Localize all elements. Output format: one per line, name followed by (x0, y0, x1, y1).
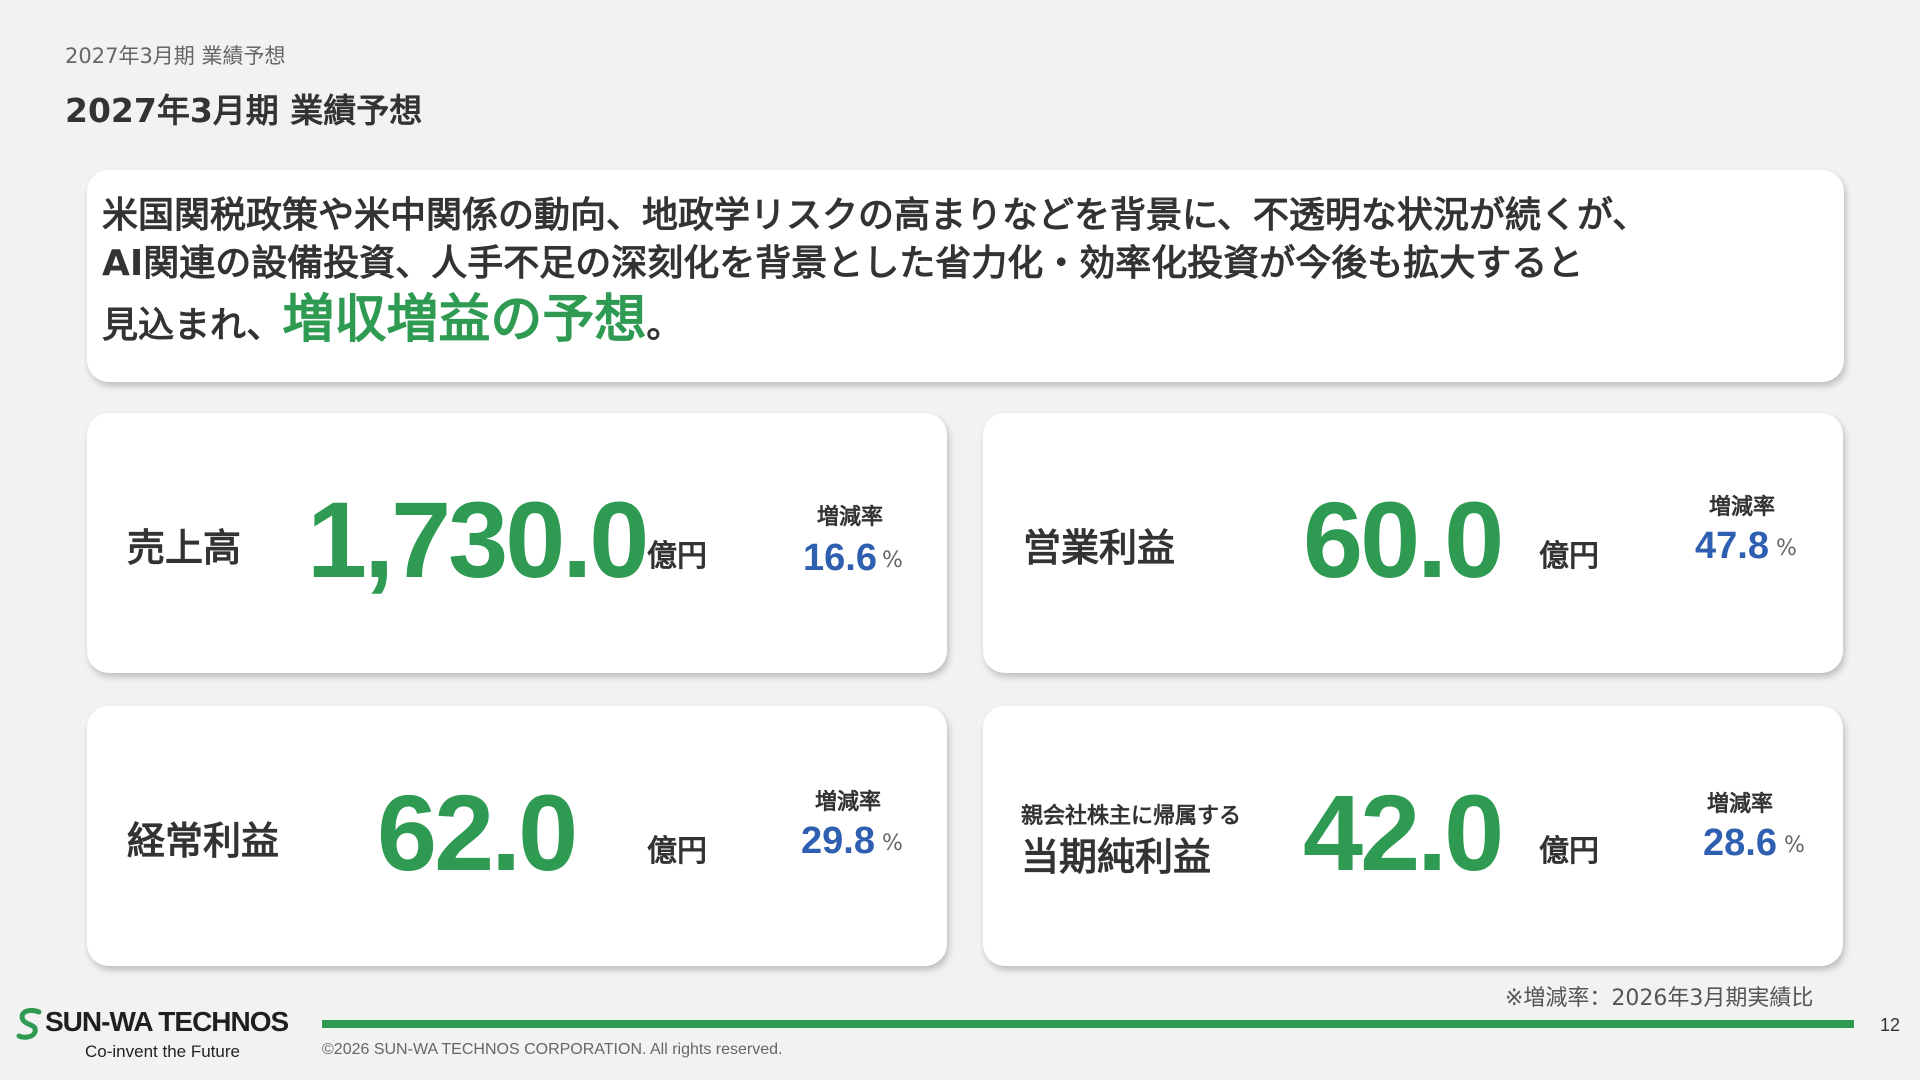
rate-value: 28.6 (1703, 822, 1777, 864)
rate-value: 29.8 (801, 820, 875, 862)
metric-card-ordinary-profit: 経常利益 62.0 億円 増減率 29.8 % (87, 706, 947, 966)
metric-unit: 億円 (647, 539, 707, 574)
summary-card: 米国関税政策や米中関係の動向、地政学リスクの高まりなどを背景に、不透明な状況が続… (87, 170, 1844, 382)
metric-label: 当期純利益 (1021, 835, 1212, 879)
page-number: 12 (1880, 1015, 1901, 1035)
summary-line-1: 米国関税政策や米中関係の動向、地政学リスクの高まりなどを背景に、不透明な状況が続… (102, 195, 1649, 236)
footnote: ※増減率：2026年3月期実績比 (1505, 986, 1814, 1011)
summary-line-3-prefix: 見込まれ、 (102, 305, 283, 346)
metric-value: 62.0 (377, 772, 578, 893)
metric-unit: 億円 (1539, 834, 1599, 869)
metric-card-sales: 売上高 1,730.0 億円 増減率 16.6 % (87, 413, 947, 673)
copyright: ©2026 SUN-WA TECHNOS CORPORATION. All ri… (322, 1041, 783, 1058)
breadcrumb: 2027年3月期 業績予想 (65, 44, 286, 68)
logo-name: SUN-WA TECHNOS (45, 1006, 289, 1037)
rate-label: 増減率 (1709, 495, 1776, 520)
metric-label: 営業利益 (1023, 526, 1176, 570)
rate-percent: % (882, 548, 903, 573)
summary-line-2: AI関連の設備投資、人手不足の深刻化を背景とした省力化・効率化投資が今後も拡大す… (102, 243, 1584, 284)
rate-percent: % (1776, 536, 1797, 561)
logo-mark-icon (16, 1007, 42, 1040)
summary-line-3-suffix: 。 (646, 305, 683, 346)
rate-percent: % (1784, 833, 1805, 858)
rate-value: 47.8 (1695, 525, 1769, 567)
rate-label: 増減率 (1707, 792, 1774, 817)
metric-value: 1,730.0 (307, 479, 649, 600)
metric-value: 42.0 (1303, 772, 1504, 893)
metric-label: 経常利益 (127, 819, 280, 863)
rate-percent: % (882, 831, 903, 856)
rate-value: 16.6 (803, 537, 877, 579)
metric-value: 60.0 (1303, 479, 1504, 600)
metric-card-net-profit: 親会社株主に帰属する 当期純利益 42.0 億円 増減率 28.6 % (983, 706, 1843, 966)
rate-label: 増減率 (815, 790, 882, 815)
summary-highlight: 増収増益の予想 (282, 290, 647, 350)
footer-green-rule (322, 1020, 1854, 1028)
summary-line-3: 見込まれ、増収増益の予想。 (102, 288, 1842, 352)
page-title: 2027年3月期 業績予想 (65, 91, 423, 130)
rate-label: 増減率 (817, 505, 884, 530)
metric-card-operating-profit: 営業利益 60.0 億円 増減率 47.8 % (983, 413, 1843, 673)
metric-unit: 億円 (1539, 539, 1599, 574)
metric-unit: 億円 (647, 834, 707, 869)
logo-tagline: Co-invent the Future (85, 1042, 240, 1061)
metric-label: 売上高 (127, 526, 242, 570)
company-logo: SUN-WA TECHNOS Co-invent the Future (15, 1006, 315, 1064)
summary-text: 米国関税政策や米中関係の動向、地政学リスクの高まりなどを背景に、不透明な状況が続… (102, 192, 1842, 352)
